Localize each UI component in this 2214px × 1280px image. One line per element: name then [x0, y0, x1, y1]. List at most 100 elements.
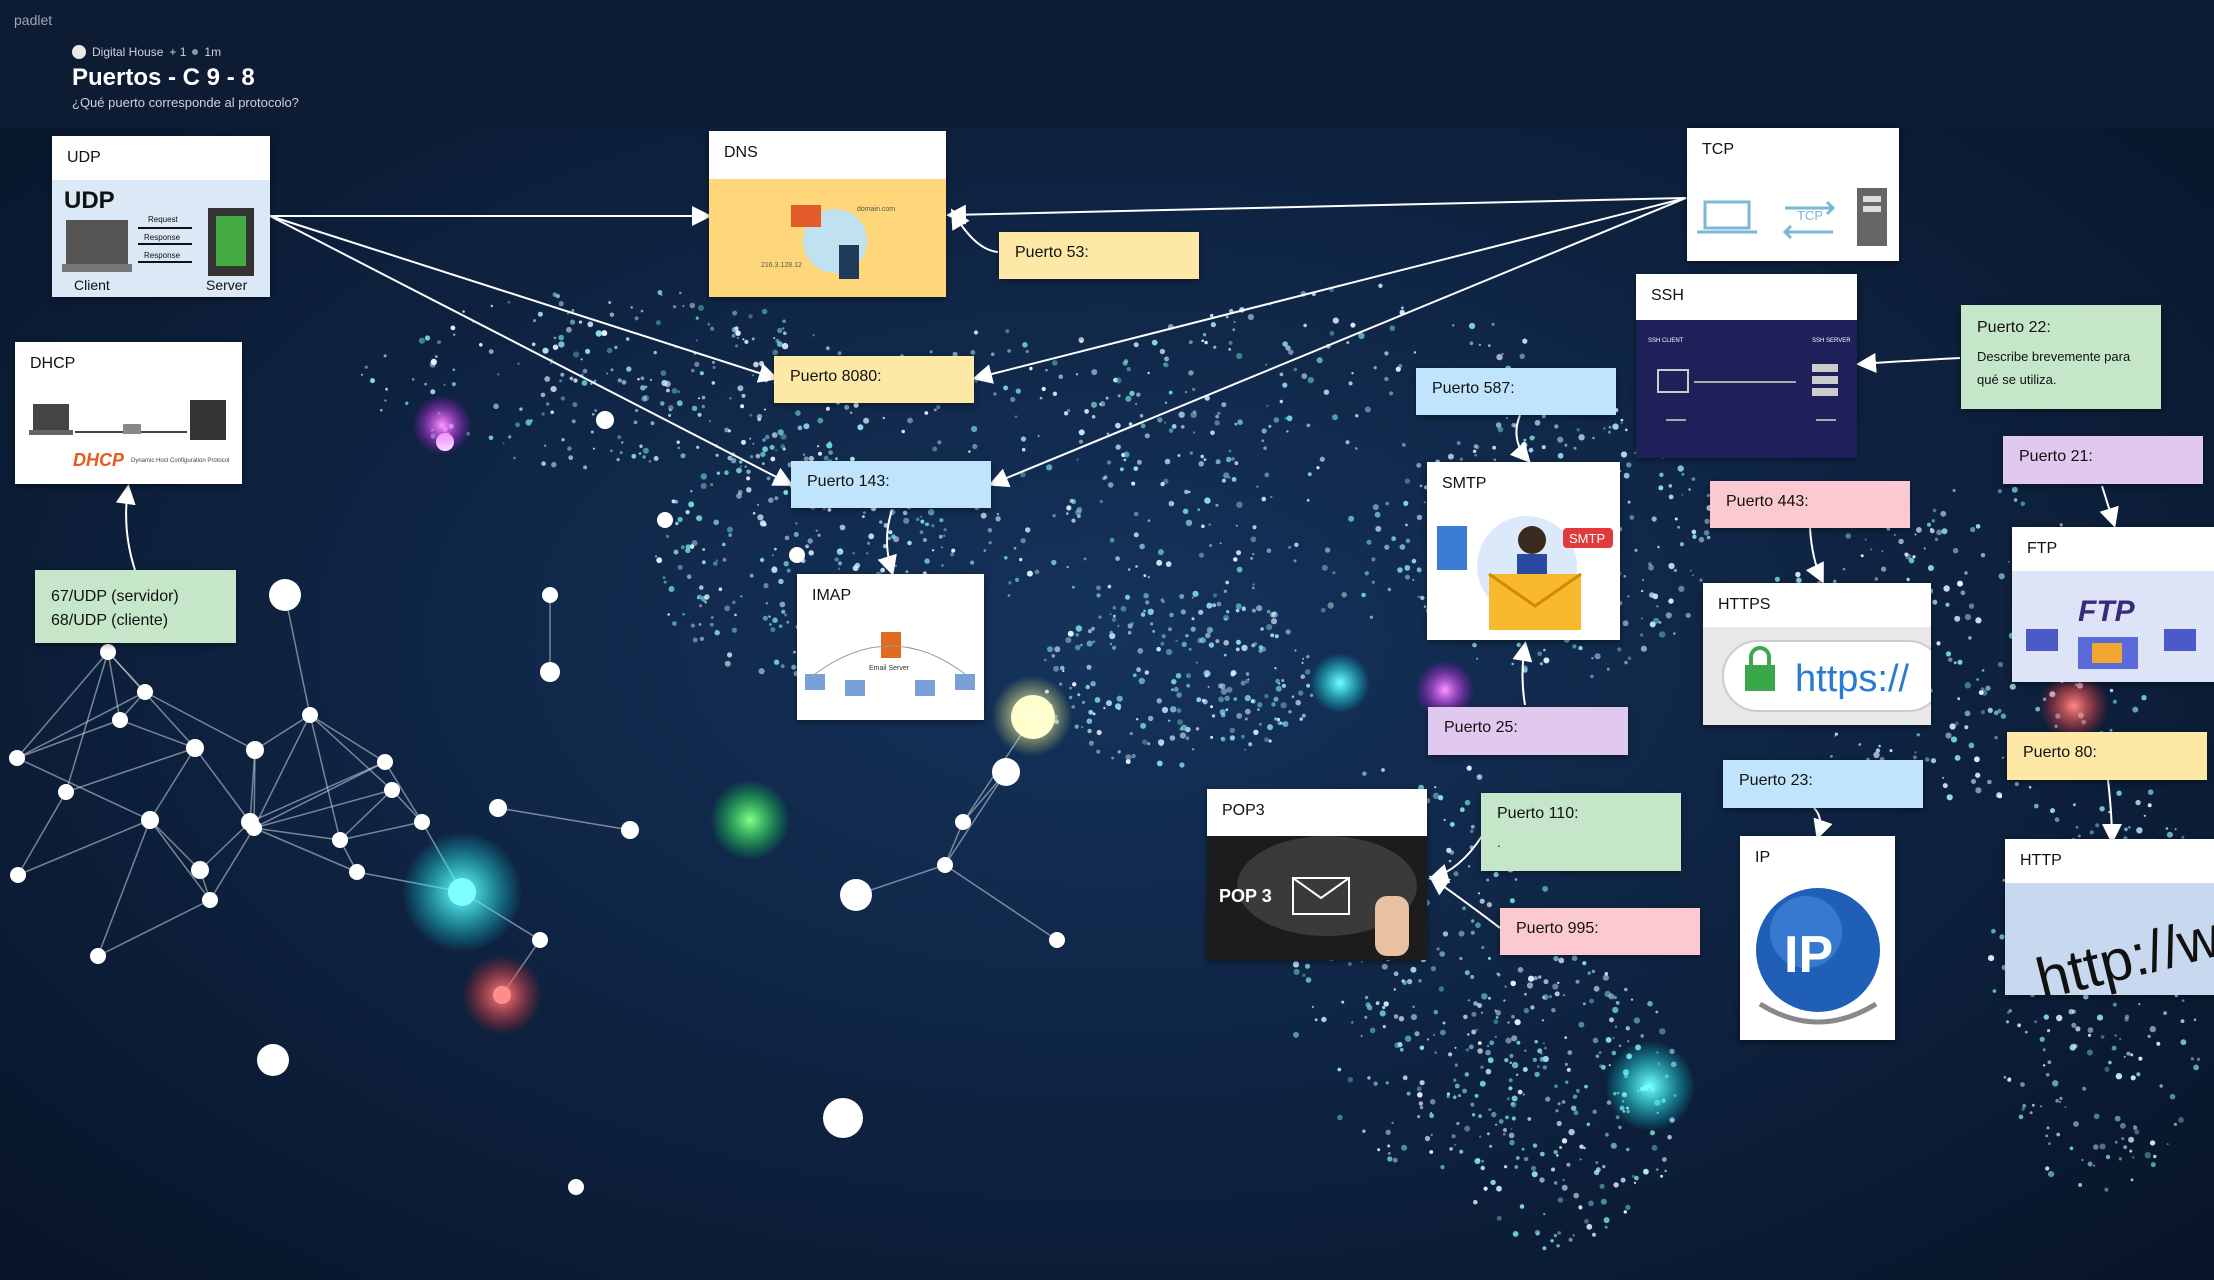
- map-dot: [2134, 1129, 2140, 1135]
- card-imap[interactable]: IMAP Email Server: [797, 574, 984, 720]
- map-dot: [1263, 446, 1267, 451]
- map-dot: [713, 519, 719, 526]
- note-puerto-443[interactable]: Puerto 443:: [1710, 481, 1910, 528]
- map-dot: [1156, 760, 1163, 767]
- map-dot: [699, 604, 702, 608]
- map-dot: [1440, 1165, 1445, 1170]
- map-dot: [2077, 834, 2081, 838]
- map-dot: [1660, 1174, 1664, 1178]
- card-title: DHCP: [15, 342, 242, 386]
- map-dot: [1612, 423, 1619, 430]
- map-dot: [987, 528, 993, 533]
- card-dhcp[interactable]: DHCP DHCP Dynamic Host Configuration Pro…: [15, 342, 242, 484]
- note-puerto-8080[interactable]: Puerto 8080:: [774, 356, 974, 403]
- map-dot: [2104, 1066, 2110, 1072]
- card-ssh[interactable]: SSH SSH CLIENT SSH SERVER: [1636, 274, 1857, 458]
- map-dot: [1474, 453, 1477, 457]
- map-dot: [761, 308, 768, 315]
- map-dot: [655, 320, 661, 326]
- author-name[interactable]: Digital House: [92, 45, 163, 59]
- map-dot: [1449, 850, 1455, 855]
- map-dot: [462, 310, 465, 313]
- card-pop3[interactable]: POP3 POP 3: [1207, 789, 1427, 960]
- map-dot: [690, 623, 695, 628]
- map-dot: [2150, 1162, 2156, 1168]
- note-dhcp-ports[interactable]: 67/UDP (servidor) 68/UDP (cliente): [35, 570, 236, 643]
- map-dot: [712, 365, 716, 370]
- card-https[interactable]: HTTPS https://: [1703, 583, 1931, 725]
- map-dot: [1029, 366, 1033, 371]
- map-dot: [1191, 617, 1195, 621]
- card-ftp[interactable]: FTP FTP: [2012, 527, 2214, 682]
- map-dot: [1133, 511, 1139, 517]
- map-dot: [1464, 970, 1470, 976]
- map-dot: [1410, 966, 1417, 973]
- map-dot: [1942, 776, 1944, 779]
- card-tcp[interactable]: TCP TCP: [1687, 128, 1899, 261]
- note-puerto-995[interactable]: Puerto 995:: [1500, 908, 1700, 955]
- note-puerto-23[interactable]: Puerto 23:: [1723, 760, 1923, 808]
- map-dot: [1221, 478, 1226, 483]
- map-dot: [1493, 458, 1497, 462]
- map-dot: [1307, 376, 1315, 384]
- map-dot: [2082, 1086, 2087, 1091]
- map-dot: [1223, 653, 1227, 657]
- map-dot: [1442, 1021, 1446, 1025]
- note-puerto-25[interactable]: Puerto 25:: [1428, 707, 1628, 755]
- note-puerto-110[interactable]: Puerto 110: .: [1481, 793, 1681, 871]
- padlet-logo[interactable]: padlet: [14, 12, 52, 28]
- card-ip[interactable]: IP IP: [1740, 836, 1895, 1040]
- map-dot: [736, 493, 742, 499]
- map-dot: [783, 561, 789, 567]
- map-dot: [1572, 644, 1577, 649]
- map-dot: [2059, 1101, 2062, 1103]
- map-dot: [1599, 1183, 1605, 1189]
- map-dot: [1129, 390, 1135, 397]
- map-dot: [1845, 533, 1852, 539]
- map-dot: [1244, 748, 1247, 752]
- card-udp[interactable]: UDP UDP Request Response Response Client…: [52, 136, 270, 297]
- map-dot: [1271, 702, 1276, 707]
- map-dot: [2112, 1002, 2117, 1007]
- card-smtp[interactable]: SMTP SMTP: [1427, 462, 1620, 640]
- map-dot: [673, 549, 679, 555]
- map-dot: [1964, 571, 1968, 575]
- map-dot: [1179, 727, 1183, 731]
- note-puerto-587[interactable]: Puerto 587:: [1416, 368, 1616, 415]
- note-puerto-80[interactable]: Puerto 80:: [2007, 732, 2207, 780]
- map-dot: [797, 425, 803, 431]
- note-puerto-21[interactable]: Puerto 21:: [2003, 436, 2203, 484]
- map-dot: [1994, 735, 1998, 740]
- map-dot: [1472, 449, 1477, 453]
- map-dot: [783, 331, 787, 336]
- map-dot: [1497, 973, 1501, 977]
- map-dot: [1405, 538, 1411, 544]
- map-dot: [1398, 364, 1403, 368]
- map-dot: [2022, 1104, 2027, 1108]
- map-dot: [1346, 341, 1350, 345]
- map-dot: [1220, 736, 1226, 742]
- note-puerto-53[interactable]: Puerto 53:: [999, 232, 1199, 279]
- map-dot: [1071, 518, 1076, 523]
- map-dot: [679, 291, 682, 295]
- card-http[interactable]: HTTP http://ww: [2005, 839, 2214, 995]
- map-dot: [931, 549, 935, 552]
- note-puerto-22[interactable]: Puerto 22: Describe brevemente para qué …: [1961, 305, 2161, 409]
- map-dot: [1703, 530, 1710, 536]
- map-dot: [1139, 413, 1144, 418]
- map-dot: [1975, 772, 1981, 778]
- post-meta: Digital House + 1 1m: [72, 45, 221, 59]
- map-dot: [779, 601, 786, 608]
- map-dot: [1458, 930, 1465, 937]
- card-title: HTTP: [2005, 839, 2214, 883]
- map-dot: [1107, 482, 1114, 488]
- map-dot: [1618, 1125, 1622, 1130]
- map-dot: [1557, 436, 1564, 443]
- map-dot: [928, 509, 935, 516]
- note-puerto-143[interactable]: Puerto 143:: [791, 461, 991, 508]
- map-dot: [1151, 339, 1158, 346]
- map-dot: [1588, 1200, 1594, 1207]
- author-avatar[interactable]: [72, 45, 86, 59]
- map-dot: [1147, 371, 1150, 375]
- card-dns[interactable]: DNS domain.com 216.3.128.12: [709, 131, 946, 297]
